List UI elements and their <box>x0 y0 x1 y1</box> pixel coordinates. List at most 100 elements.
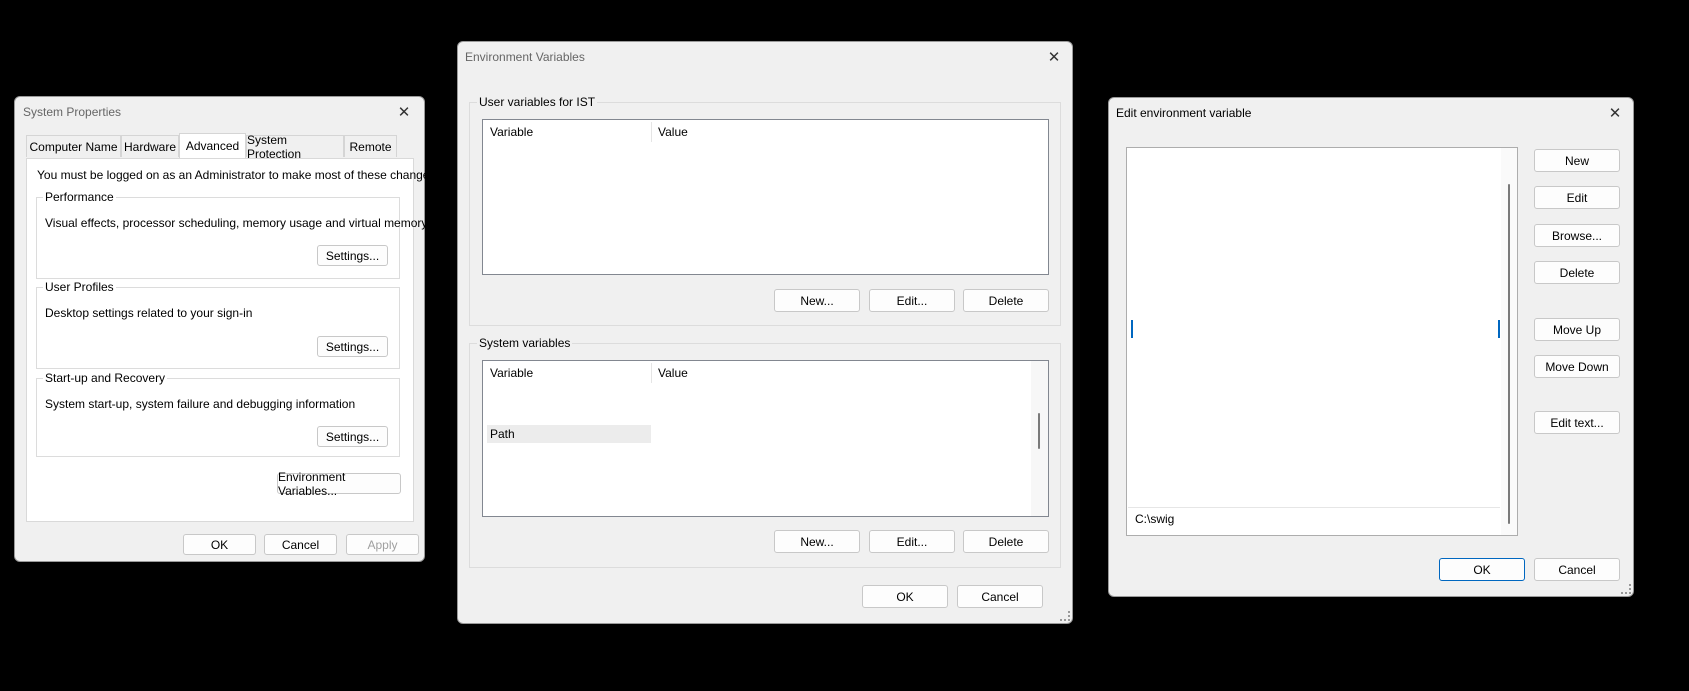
delete-button[interactable]: Delete <box>1534 261 1620 284</box>
tab-remote[interactable]: Remote <box>344 135 397 157</box>
tab-hardware[interactable]: Hardware <box>121 135 179 157</box>
performance-description: Visual effects, processor scheduling, me… <box>45 216 428 230</box>
button-label: Delete <box>1559 265 1595 280</box>
cancel-button[interactable]: Cancel <box>1534 558 1620 581</box>
cancel-button[interactable]: Cancel <box>957 585 1043 608</box>
column-header-value[interactable]: Value <box>651 120 1047 144</box>
system-delete-button[interactable]: Delete <box>963 530 1049 553</box>
tab-advanced[interactable]: Advanced <box>179 133 246 158</box>
startup-recovery-description: System start-up, system failure and debu… <box>45 397 356 411</box>
edit-env-titlebar[interactable]: Edit environment variable ✕ <box>1109 98 1633 128</box>
close-icon[interactable]: ✕ <box>1601 101 1629 125</box>
user-variables-label: User variables for IST <box>477 95 598 109</box>
button-label: Edit <box>1566 190 1588 205</box>
button-label: Edit... <box>896 534 928 549</box>
button-label: Browse... <box>1551 228 1602 243</box>
move-up-button[interactable]: Move Up <box>1534 318 1620 341</box>
button-label: Delete <box>988 534 1024 549</box>
tab-system-protection[interactable]: System Protection <box>246 133 344 161</box>
button-label: Settings... <box>325 248 380 263</box>
startup-recovery-label: Start-up and Recovery <box>43 371 168 385</box>
table-row[interactable]: Path <box>487 425 651 443</box>
tab-panel: You must be logged on as an Administrato… <box>26 158 439 522</box>
system-new-button[interactable]: New... <box>774 530 860 553</box>
resize-grip-icon[interactable] <box>1060 611 1070 621</box>
admin-note: You must be logged on as an Administrato… <box>37 168 439 182</box>
button-label: New... <box>800 293 834 308</box>
tab-label: System Protection <box>247 132 302 161</box>
user-delete-button[interactable]: Delete <box>963 289 1049 312</box>
entry-edit-caret <box>1498 320 1500 338</box>
tab-strip: Computer Name Hardware Advanced System P… <box>26 133 416 161</box>
ok-button[interactable]: OK <box>183 534 256 555</box>
button-label: Settings... <box>325 339 380 354</box>
column-label: Value <box>658 125 688 139</box>
environment-variables-button[interactable]: Environment Variables... <box>277 470 401 498</box>
button-label: New <box>1564 153 1589 168</box>
user-profiles-description: Desktop settings related to your sign-in <box>45 306 253 320</box>
button-label: Apply <box>367 537 398 552</box>
scrollbar-thumb[interactable] <box>1508 184 1510 524</box>
apply-button[interactable]: Apply <box>346 534 419 555</box>
user-new-button[interactable]: New... <box>774 289 860 312</box>
button-label: Cancel <box>281 537 320 552</box>
tab-label: Computer Name <box>29 139 118 154</box>
tab-label: Remote <box>349 139 392 154</box>
performance-label: Performance <box>43 190 116 204</box>
button-label: Cancel <box>1558 562 1596 577</box>
user-profiles-label: User Profiles <box>43 280 116 294</box>
system-edit-button[interactable]: Edit... <box>869 530 955 553</box>
tab-label: Hardware <box>123 139 177 154</box>
startup-recovery-settings-button[interactable]: Settings... <box>317 426 388 447</box>
edit-environment-variable-dialog: Edit environment variable ✕ C:\swig New … <box>1108 97 1634 597</box>
dialog-title: Edit environment variable <box>1116 106 1252 120</box>
system-properties-dialog: System Properties ✕ Computer Name Hardwa… <box>14 96 439 562</box>
performance-group <box>36 197 400 279</box>
dialog-title: System Properties <box>23 105 122 119</box>
button-label: OK <box>896 589 914 604</box>
move-down-button[interactable]: Move Down <box>1534 355 1620 378</box>
button-label: Cancel <box>981 589 1019 604</box>
button-label: Move Down <box>1545 359 1609 374</box>
user-variables-list[interactable]: Variable Value <box>482 119 1049 275</box>
vertical-scrollbar[interactable] <box>1501 148 1517 535</box>
scrollbar-thumb[interactable] <box>1038 413 1040 449</box>
system-variables-list[interactable]: Variable Value Path <box>482 360 1049 517</box>
ok-button[interactable]: OK <box>1439 558 1525 581</box>
new-button[interactable]: New <box>1534 149 1620 172</box>
close-icon[interactable]: ✕ <box>1040 45 1068 69</box>
button-label: OK <box>1473 562 1491 577</box>
button-label: New... <box>800 534 834 549</box>
resize-grip-icon[interactable] <box>1621 584 1631 594</box>
environment-variables-dialog: Environment Variables ✕ User variables f… <box>457 41 1073 624</box>
tab-label: Advanced <box>185 139 240 153</box>
button-label: Settings... <box>325 429 380 444</box>
system-properties-titlebar[interactable]: System Properties ✕ <box>15 97 424 127</box>
edit-text-button[interactable]: Edit text... <box>1534 411 1620 434</box>
path-entries-list[interactable]: C:\swig <box>1126 147 1518 536</box>
column-header-value[interactable]: Value <box>651 361 1031 385</box>
button-label: OK <box>210 537 229 552</box>
close-icon[interactable]: ✕ <box>390 100 418 124</box>
user-profiles-settings-button[interactable]: Settings... <box>317 336 388 357</box>
column-label: Variable <box>490 366 534 380</box>
column-header-variable[interactable]: Variable <box>483 361 651 385</box>
user-edit-button[interactable]: Edit... <box>869 289 955 312</box>
performance-settings-button[interactable]: Settings... <box>317 245 388 266</box>
button-label: Environment Variables... <box>278 469 346 498</box>
environment-variables-titlebar[interactable]: Environment Variables ✕ <box>458 42 1072 72</box>
cancel-button[interactable]: Cancel <box>264 534 337 555</box>
dialog-title: Environment Variables <box>465 50 585 64</box>
column-header-variable[interactable]: Variable <box>483 120 651 144</box>
edit-button[interactable]: Edit <box>1534 186 1620 209</box>
list-item[interactable]: C:\swig <box>1128 507 1500 530</box>
ok-button[interactable]: OK <box>862 585 948 608</box>
path-entry: C:\swig <box>1135 512 1175 526</box>
browse-button[interactable]: Browse... <box>1534 224 1620 247</box>
vertical-scrollbar[interactable] <box>1031 361 1048 516</box>
button-label: Move Up <box>1552 322 1602 337</box>
system-variables-label: System variables <box>477 336 573 350</box>
button-label: Edit... <box>896 293 928 308</box>
tab-computer-name[interactable]: Computer Name <box>26 135 121 157</box>
button-label: Delete <box>988 293 1024 308</box>
